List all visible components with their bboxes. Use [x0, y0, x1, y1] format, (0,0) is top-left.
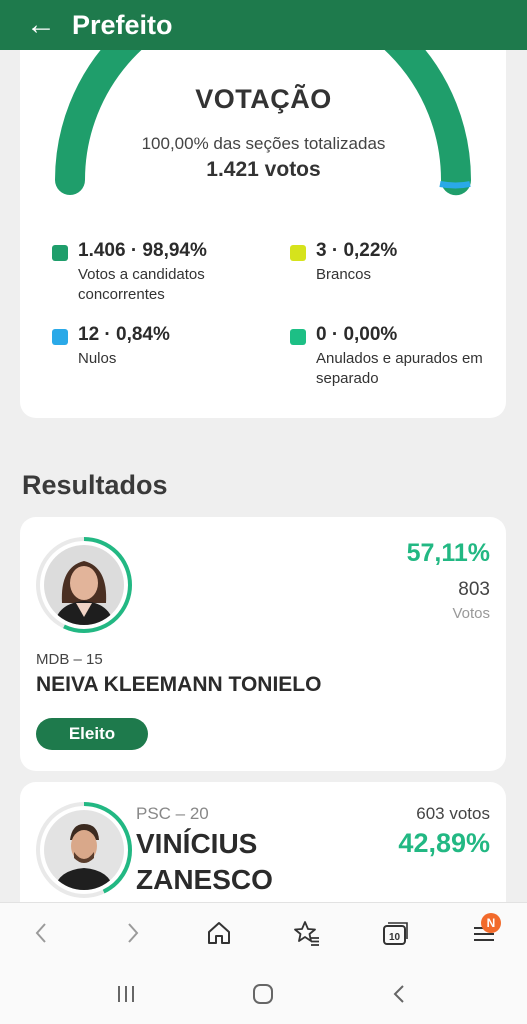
- bookmark-star-icon[interactable]: [293, 919, 321, 947]
- gauge-arc-nulos: [439, 181, 471, 189]
- legend-value: 0 · 0,00%: [316, 324, 398, 345]
- candidate-card[interactable]: PSC – 20 VINÍCIUS ZANESCO 603 votos 42,8…: [20, 782, 506, 922]
- legend-label: Brancos: [316, 266, 372, 283]
- home-circle-icon[interactable]: [251, 982, 275, 1006]
- legend-label: Nulos: [78, 350, 117, 367]
- legend-swatch: [290, 245, 306, 261]
- legend-value: 12 · 0,84%: [78, 324, 170, 345]
- arrow-left-icon[interactable]: ←: [26, 10, 60, 40]
- legend-label: Votos a candidatos concorrentes: [78, 266, 205, 303]
- candidate-votes: 603 votos: [416, 804, 490, 823]
- tabs-count: 10: [389, 932, 401, 943]
- results-section-title: Resultados: [22, 470, 168, 500]
- app-bar: ← Prefeito: [0, 0, 527, 50]
- chevron-right-icon[interactable]: [118, 919, 146, 947]
- legend-value: 3 · 0,22%: [316, 240, 398, 261]
- menu-notification-badge: N: [481, 913, 501, 933]
- candidate-party: PSC – 20: [136, 804, 209, 823]
- candidate-photo: [44, 810, 124, 890]
- legend-label: Anulados e apurados em separado: [316, 350, 483, 387]
- candidate-percent: 57,11%: [406, 539, 490, 567]
- back-chevron-icon[interactable]: [388, 982, 412, 1006]
- recent-apps-icon[interactable]: [114, 982, 138, 1006]
- system-nav-bar: [0, 962, 527, 1024]
- home-icon[interactable]: [205, 919, 233, 947]
- candidate-name: NEIVA KLEEMANN TONIELO: [36, 673, 322, 696]
- elected-badge: Eleito: [36, 718, 148, 750]
- candidate-votes-label: Votos: [452, 605, 490, 622]
- legend-swatch: [52, 245, 68, 261]
- legend-swatch: [290, 329, 306, 345]
- candidate-card[interactable]: 57,11% 803 Votos MDB – 15 NEIVA KLEEMANN…: [20, 517, 506, 771]
- summary-title: VOTAÇÃO: [195, 84, 332, 114]
- legend-value: 1.406 · 98,94%: [78, 240, 207, 261]
- legend-swatch: [52, 329, 68, 345]
- tabs-icon[interactable]: 10: [381, 919, 409, 947]
- candidate-name: VINÍCIUS ZANESCO: [136, 828, 273, 895]
- candidate-party: MDB – 15: [36, 651, 103, 668]
- candidate-photo: [44, 545, 124, 625]
- page-title: Prefeito: [72, 9, 173, 40]
- candidate-percent: 42,89%: [398, 828, 490, 858]
- summary-total-votes: 1.421 votos: [206, 158, 321, 181]
- browser-toolbar: 10 N: [0, 902, 527, 962]
- summary-subtitle: 100,00% das seções totalizadas: [141, 134, 386, 153]
- chevron-left-icon[interactable]: [28, 919, 56, 947]
- candidate-votes: 803: [458, 579, 490, 600]
